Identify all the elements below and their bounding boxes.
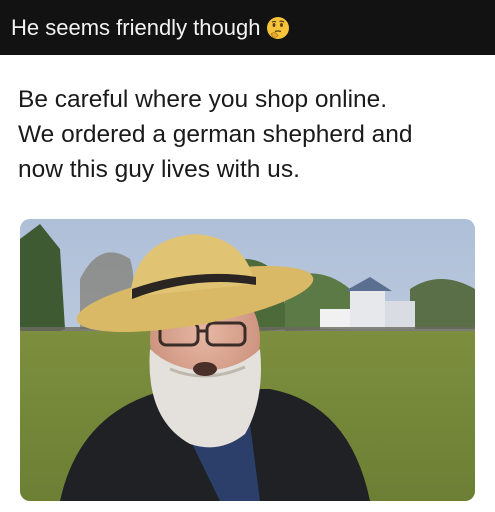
caption-bar: He seems friendly though [0,0,495,55]
meme-photo [20,219,475,501]
post-text-line: We ordered a german shepherd and [18,121,413,148]
thinking-face-icon [266,16,290,40]
post-text-line: now this guy lives with us. [18,156,300,183]
post-text-line: Be careful where you shop online. [18,86,388,113]
caption-text: He seems friendly though [11,14,261,40]
post-text: Be careful where you shop online. We ord… [18,82,478,187]
